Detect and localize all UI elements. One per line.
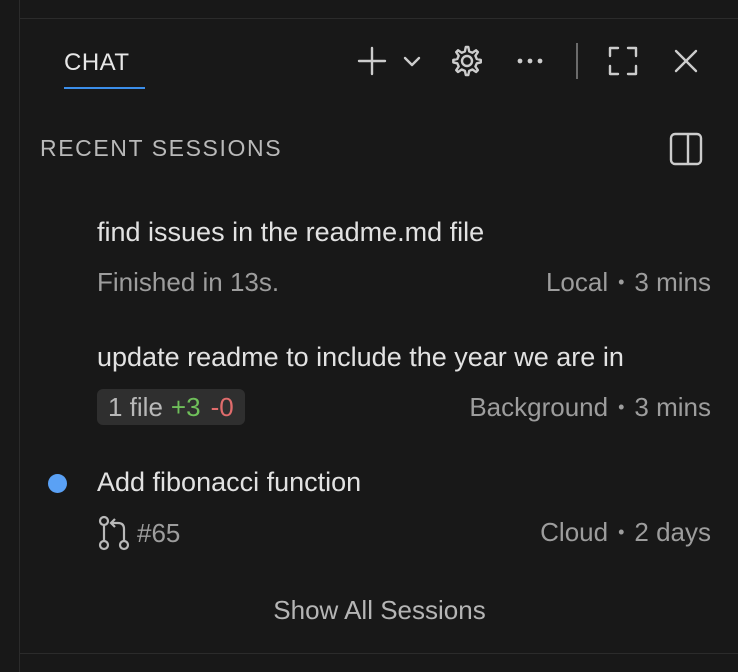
toggle-sessions-sidebar-button[interactable] — [666, 129, 706, 169]
new-chat-options-button[interactable] — [399, 41, 425, 81]
session-age: 2 days — [634, 517, 711, 547]
active-tab-indicator — [64, 87, 145, 89]
session-age: 3 mins — [634, 392, 711, 422]
session-title: update readme to include the year we are… — [97, 342, 624, 372]
session-status: Finished in 13s. — [97, 267, 280, 297]
changes-badge: 1 file +3 -0 — [97, 389, 245, 425]
pr-number: #65 — [137, 517, 181, 548]
session-title: Add fibonacci function — [97, 467, 362, 497]
meta-separator: • — [618, 522, 625, 542]
show-all-sessions-link[interactable]: Show All Sessions — [21, 595, 738, 626]
chat-panel: CHAT RECENT SESSIONS find issues in the … — [21, 19, 738, 672]
close-button[interactable] — [666, 41, 706, 81]
chevron-down-icon — [403, 56, 421, 67]
lines-added: +3 — [170, 391, 201, 422]
tab-chat[interactable]: CHAT — [64, 49, 130, 89]
pull-request-icon — [98, 515, 130, 551]
gear-icon — [452, 45, 482, 77]
header-separator — [576, 43, 578, 79]
maximize-icon — [608, 46, 638, 76]
sidebar-toggle-icon — [669, 132, 703, 166]
meta-separator: • — [618, 397, 625, 417]
unread-indicator — [48, 474, 67, 493]
section-title: RECENT SESSIONS — [40, 135, 283, 161]
lines-removed: -0 — [210, 391, 234, 422]
plus-icon — [357, 46, 387, 76]
new-chat-button[interactable] — [352, 41, 392, 81]
session-location: Local — [545, 267, 609, 297]
settings-button[interactable] — [447, 41, 487, 81]
session-title: find issues in the readme.md file — [97, 217, 485, 247]
session-location: Background — [469, 392, 609, 422]
session-item[interactable]: Add fibonacci function #65 Cloud • 2 day… — [21, 459, 738, 569]
session-item[interactable]: find issues in the readme.md file Finish… — [21, 209, 738, 319]
bottom-divider — [20, 653, 738, 654]
session-meta: Local • 3 mins — [546, 267, 711, 298]
left-border — [0, 0, 20, 672]
pull-request-ref: #65 — [97, 514, 180, 552]
session-age: 3 mins — [634, 267, 711, 297]
session-item[interactable]: update readme to include the year we are… — [21, 334, 738, 444]
more-actions-button[interactable] — [510, 41, 550, 81]
session-meta: Background • 3 mins — [469, 392, 711, 423]
session-location: Cloud — [540, 517, 609, 547]
meta-separator: • — [618, 272, 625, 292]
changed-files-count: 1 file — [108, 391, 163, 422]
session-meta: Cloud • 2 days — [540, 517, 711, 548]
maximize-button[interactable] — [603, 41, 643, 81]
close-icon — [674, 49, 698, 73]
more-icon — [517, 58, 543, 64]
